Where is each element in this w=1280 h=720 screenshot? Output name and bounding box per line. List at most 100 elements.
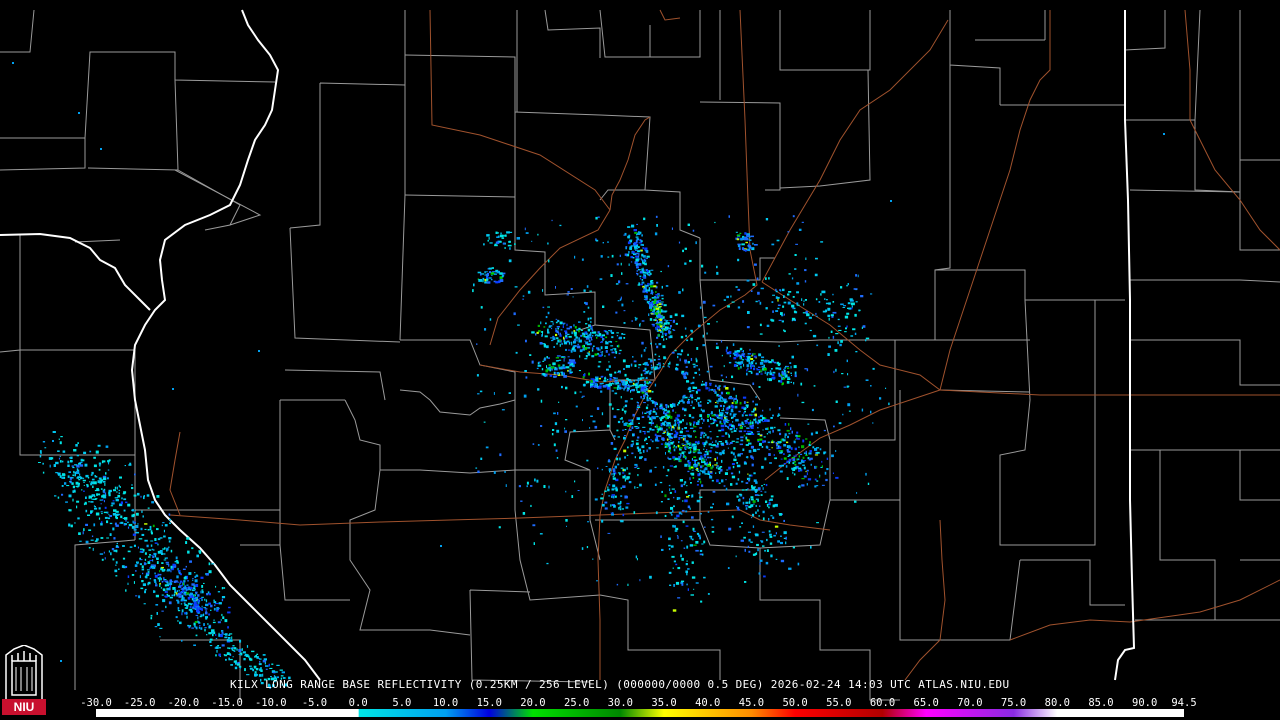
echo-pixel (175, 556, 178, 560)
echo-pixel (646, 255, 650, 258)
echo-pixel (567, 349, 571, 351)
echo-pixel (788, 291, 792, 293)
echo-pixel (641, 386, 645, 390)
echo-pixel (818, 301, 821, 303)
echo-pixel (664, 310, 668, 312)
echo-pixel (595, 379, 598, 381)
echo-pixel (706, 436, 710, 439)
echo-pixel (779, 432, 782, 436)
echo-pixel (772, 376, 776, 380)
echo-pixel (133, 494, 137, 497)
echo-pixel (792, 471, 794, 474)
echo-pixel (740, 425, 742, 427)
echo-pixel (844, 315, 849, 319)
colorbar-tick-label: 15.0 (476, 697, 502, 709)
echo-pixel (115, 499, 119, 502)
echo-pixel (85, 496, 87, 499)
echo-pixel (753, 353, 756, 355)
echo-pixel (154, 574, 158, 578)
echo-pixel (107, 469, 110, 471)
echo-pixel (141, 551, 144, 553)
echo-pixel (783, 295, 785, 298)
echo-pixel (262, 659, 267, 663)
echo-pixel (600, 341, 602, 343)
echo-pixel (796, 282, 800, 285)
echo-pixel (271, 663, 274, 665)
echo-pixel (804, 269, 807, 272)
echo-pixel (797, 562, 800, 566)
echo-pixel (740, 539, 744, 542)
echo-pixel (775, 558, 778, 560)
echo-pixel (724, 472, 728, 475)
echo-pixel (139, 575, 141, 579)
echo-pixel (816, 522, 819, 524)
echo-pixel (698, 374, 701, 376)
echo-pixel (733, 413, 737, 415)
echo-pixel (643, 349, 646, 352)
echo-pixel (693, 588, 695, 590)
echo-pixel (204, 608, 208, 610)
echo-pixel (741, 423, 745, 426)
echo-pixel (567, 291, 570, 293)
echo-pixel (545, 322, 547, 325)
echo-pixel (669, 436, 673, 438)
echo-pixel (607, 241, 609, 243)
echo-pixel (718, 398, 722, 401)
echo-pixel (598, 386, 602, 389)
echo-pixel (611, 351, 615, 354)
echo-pixel (780, 535, 782, 537)
echo-pixel (107, 460, 110, 463)
echo-pixel (762, 487, 764, 490)
echo-pixel (668, 426, 670, 429)
echo-pixel (656, 224, 658, 227)
echo-pixel (666, 438, 669, 441)
echo-pixel (635, 252, 639, 255)
echo-pixel (692, 229, 695, 232)
echo-pixel (582, 335, 584, 337)
echo-pixel (75, 485, 79, 487)
echo-pixel (723, 405, 725, 408)
echo-pixel (791, 430, 793, 434)
echo-pixel (563, 375, 567, 378)
echo-pixel (793, 382, 795, 385)
echo-pixel (616, 332, 619, 334)
echo-pixel (709, 450, 712, 453)
echo-pixel (669, 584, 672, 586)
echo-pixel (610, 504, 612, 507)
echo-pixel (587, 347, 591, 349)
echo-pixel (483, 243, 485, 246)
echo-pixel (755, 533, 759, 537)
echo-pixel (644, 295, 647, 297)
echo-pixel (573, 349, 577, 352)
echo-pixel (745, 433, 748, 435)
echo-pixel (606, 332, 609, 335)
echo-pixel (635, 236, 639, 238)
echo-pixel (124, 517, 128, 520)
echo-pixel (625, 246, 628, 248)
echo-pixel (844, 331, 847, 333)
echo-pixel (729, 395, 732, 398)
echo-pixel (746, 279, 750, 282)
echo-pixel (498, 526, 501, 529)
echo-pixel (104, 506, 107, 509)
echo-pixel (120, 515, 123, 519)
echo-pixel (638, 263, 642, 266)
echo-pixel (686, 583, 688, 586)
echo-pixel (676, 414, 681, 417)
echo-pixel (704, 271, 707, 274)
echo-pixel (258, 663, 262, 666)
echo-pixel (668, 548, 671, 551)
echo-pixel (228, 647, 231, 650)
echo-pixel (680, 484, 683, 488)
echo-pixel (847, 283, 849, 286)
echo-pixel (221, 613, 223, 617)
echo-pixel (187, 624, 190, 627)
echo-pixel (770, 495, 774, 498)
echo-pixel (683, 394, 686, 397)
echo-pixel (828, 317, 830, 321)
echo-pixel (784, 435, 786, 439)
echo-pixel (711, 530, 715, 533)
echo-pixel (480, 306, 483, 309)
echo-pixel (555, 333, 558, 337)
echo-pixel (769, 370, 772, 373)
